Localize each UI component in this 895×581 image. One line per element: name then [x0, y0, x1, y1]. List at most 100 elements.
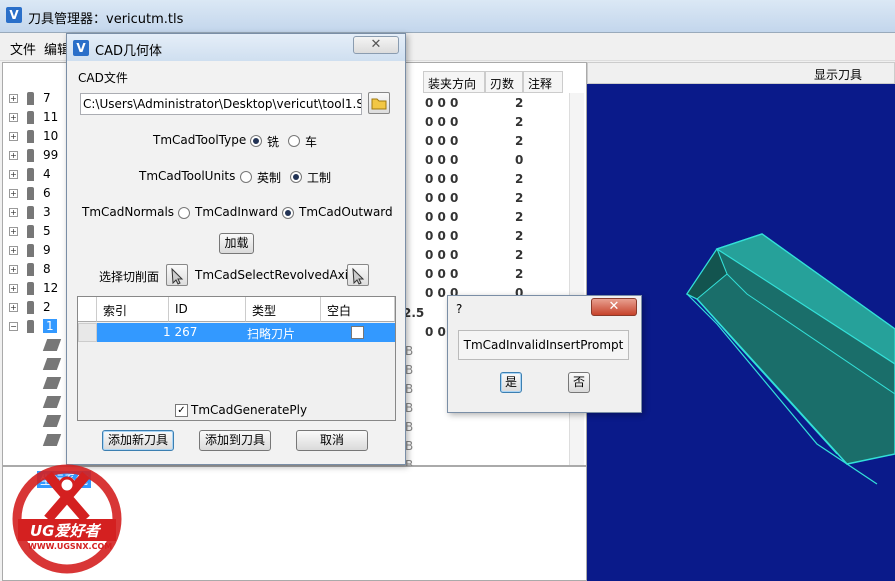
tool-icon: [27, 282, 34, 295]
tool-icon: [27, 149, 34, 162]
row-header[interactable]: [78, 323, 97, 342]
insert-icon[interactable]: [42, 339, 62, 351]
tool-icon: [27, 111, 34, 124]
tool-type-turn-radio[interactable]: [288, 135, 300, 147]
cell-blank-checkbox[interactable]: [351, 326, 364, 339]
close-button[interactable]: ✕: [591, 298, 637, 316]
cell-type: 扫略刀片: [247, 327, 296, 341]
tree-item-label: 5: [43, 224, 51, 238]
insert-icon[interactable]: [42, 434, 62, 446]
add-to-tool-button[interactable]: 添加到刀具: [199, 430, 271, 451]
table-row[interactable]: 1 267 扫略刀片: [97, 323, 395, 342]
watermark-url: WWW.UGSNX.COM: [28, 542, 113, 551]
menu-file[interactable]: 文件: [10, 39, 36, 58]
cancel-button[interactable]: 取消: [296, 430, 368, 451]
prompt-message: TmCadInvalidInsertPrompt: [458, 330, 629, 360]
expand-icon[interactable]: +: [9, 170, 18, 179]
dialog-title: ?: [456, 302, 463, 316]
col-header-blank[interactable]: 空白: [321, 297, 395, 322]
dialog-title: CAD几何体: [95, 44, 162, 59]
tree-item-label: 1: [43, 319, 57, 333]
tool-type-mill-radio[interactable]: [250, 135, 262, 147]
tree-item-label: 9: [43, 243, 51, 257]
grid-cell-flutes: 2: [515, 267, 524, 281]
normals-outward-radio[interactable]: [282, 207, 294, 219]
units-imperial-radio[interactable]: [240, 171, 252, 183]
app-icon: V: [73, 40, 89, 56]
tree-item-label: 12: [43, 281, 59, 295]
units-metric-label: 工制: [307, 171, 332, 185]
normals-inward-radio[interactable]: [178, 207, 190, 219]
app-icon: V: [6, 7, 22, 23]
tree-item-label: 2: [43, 300, 51, 314]
cad-file-label: CAD文件: [78, 71, 128, 85]
no-button[interactable]: 否: [568, 372, 590, 393]
pick-revolved-axis-button[interactable]: [347, 264, 369, 286]
tool-icon: [27, 187, 34, 200]
expand-icon[interactable]: +: [9, 94, 18, 103]
grid-cell-flutes: 0: [515, 153, 524, 167]
expand-icon[interactable]: +: [9, 208, 18, 217]
cursor-arrow-icon: [171, 267, 184, 285]
expand-icon[interactable]: +: [9, 132, 18, 141]
tree-item-label: 6: [43, 186, 51, 200]
grid-cell-partial: B: [405, 401, 414, 415]
tree-item-label: 3: [43, 205, 51, 219]
load-button[interactable]: 加载: [219, 233, 254, 254]
insert-icon[interactable]: [42, 358, 62, 370]
watermark-brand: UG爱好者: [30, 522, 100, 540]
grid-cell-clamp-dir: 0 0 0: [425, 191, 459, 205]
col-header-comment[interactable]: 注释: [523, 71, 563, 93]
tool-icon: [27, 225, 34, 238]
expand-icon[interactable]: +: [9, 227, 18, 236]
pick-cut-face-button[interactable]: [166, 264, 188, 286]
display-tool-label: 显示刀具: [813, 68, 862, 82]
expand-icon[interactable]: +: [9, 113, 18, 122]
tree-item-label: 7: [43, 91, 51, 105]
expand-icon[interactable]: +: [9, 246, 18, 255]
cursor-arrow-icon: [352, 267, 365, 285]
grid-cell-flutes: 2: [515, 191, 524, 205]
tool-units-label: TmCadToolUnits: [139, 169, 236, 183]
col-header-clamp-dir[interactable]: 装夹方向: [423, 71, 485, 93]
revolved-axis-label: TmCadSelectRevolvedAxis: [195, 268, 355, 282]
expand-icon[interactable]: +: [9, 189, 18, 198]
tool-icon: [27, 92, 34, 105]
expand-icon[interactable]: +: [9, 284, 18, 293]
collapse-icon[interactable]: −: [9, 322, 18, 331]
tool-icon: [27, 168, 34, 181]
pick-cut-face-label: 选择切削面: [99, 270, 160, 284]
grid-cell-partial: B: [405, 420, 414, 434]
grid-cell-flutes: 2: [515, 134, 524, 148]
expand-icon[interactable]: +: [9, 303, 18, 312]
cad-geometry-dialog: V CAD几何体 ✕ CAD文件 C:\Users\Administrator\…: [66, 33, 406, 465]
col-header-corner: [78, 297, 97, 322]
expand-icon[interactable]: +: [9, 151, 18, 160]
add-new-tool-button[interactable]: 添加新刀具: [102, 430, 174, 451]
insert-icon[interactable]: [42, 396, 62, 408]
grid-cell-flutes: 2: [515, 229, 524, 243]
dialog-titlebar: V CAD几何体 ✕: [67, 34, 405, 61]
grid-partial-value: 2.5: [403, 306, 425, 320]
yes-button[interactable]: 是: [500, 372, 522, 393]
browse-folder-button[interactable]: [368, 92, 390, 114]
col-header-id[interactable]: ID: [169, 297, 246, 322]
col-header-type[interactable]: 类型: [246, 297, 321, 322]
col-header-flutes[interactable]: 刃数: [485, 71, 523, 93]
window-titlebar: V 刀具管理器：vericutm.tls: [0, 0, 895, 33]
grid-cell-clamp-dir: 0 0 0: [425, 172, 459, 186]
tree-item-label: 11: [43, 110, 59, 124]
cad-file-path-input[interactable]: C:\Users\Administrator\Desktop\vericut\t…: [80, 93, 362, 115]
units-metric-radio[interactable]: [290, 171, 302, 183]
col-header-index[interactable]: 索引: [97, 297, 169, 322]
insert-icon[interactable]: [42, 415, 62, 427]
grid-cell-clamp-dir: 0 0 0: [425, 134, 459, 148]
generate-ply-checkbox[interactable]: ✓: [175, 404, 188, 417]
expand-icon[interactable]: +: [9, 265, 18, 274]
tool-type-turn-label: 车: [305, 135, 318, 149]
insert-icon[interactable]: [42, 377, 62, 389]
grid-cell-flutes: 2: [515, 248, 524, 262]
close-button[interactable]: ✕: [353, 36, 399, 54]
grid-cell-clamp-dir: 0 0 0: [425, 153, 459, 167]
ug-watermark-logo: UG爱好者 WWW.UGSNX.COM: [10, 463, 125, 575]
